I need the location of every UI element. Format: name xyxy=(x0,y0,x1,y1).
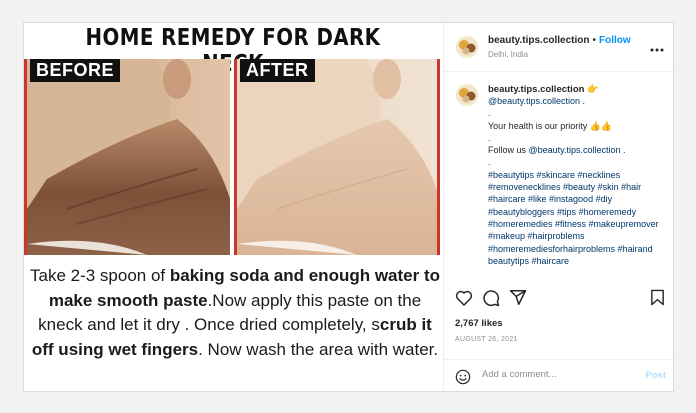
comment-bar: Post xyxy=(444,359,673,391)
follow-button[interactable]: Follow xyxy=(599,35,631,46)
caption-dot: . xyxy=(488,108,491,119)
header-username[interactable]: beauty.tips.collection xyxy=(488,35,590,46)
post-comment-button[interactable]: Post xyxy=(645,370,666,381)
after-photo: AFTER xyxy=(234,59,440,255)
likes-count[interactable]: 2,767 likes xyxy=(455,318,503,329)
caption-punct: . xyxy=(620,145,626,156)
post-image[interactable]: HOME REMEDY FOR DARK NECK BEFORE AFTER T… xyxy=(24,23,442,391)
header-username-row: beauty.tips.collection • Follow xyxy=(488,35,631,46)
caption-follow-mention[interactable]: @beauty.tips.collection xyxy=(529,145,621,155)
instructions-text: Take 2-3 spoon of baking soda and enough… xyxy=(30,264,440,362)
avatar[interactable] xyxy=(456,36,478,58)
caption-username[interactable]: beauty.tips.collection 👉 xyxy=(488,84,599,95)
neck-before-illustration xyxy=(27,59,230,255)
comment-icon[interactable] xyxy=(482,289,500,312)
post-date[interactable]: AUGUST 26, 2021 xyxy=(455,336,518,343)
instructions-part: Take 2-3 spoon of xyxy=(30,266,170,285)
heart-icon[interactable] xyxy=(455,289,473,311)
caption-text: @beauty.tips.collection . . Your health … xyxy=(488,95,673,267)
emoji-icon[interactable] xyxy=(455,369,471,390)
post-header: beauty.tips.collection • Follow Delhi, Ind… xyxy=(444,23,673,72)
before-label: BEFORE xyxy=(30,59,121,82)
separator-dot: • xyxy=(592,35,597,46)
caption-avatar[interactable] xyxy=(456,84,478,106)
more-icon[interactable] xyxy=(650,39,664,55)
share-icon[interactable] xyxy=(509,289,527,311)
avatar-image xyxy=(456,36,478,58)
bookmark-icon[interactable] xyxy=(650,289,665,311)
caption-punct: . xyxy=(580,96,586,106)
caption-dot: . xyxy=(488,132,491,143)
share-icon-glyph xyxy=(509,290,527,305)
emoji-icon-glyph xyxy=(455,369,471,385)
more-icon-glyph xyxy=(650,48,664,52)
location[interactable]: Delhi, India xyxy=(488,50,528,59)
caption-follow-prefix: Follow us xyxy=(488,145,529,156)
caption-follow-line: Follow us @beauty.tips.collection . xyxy=(488,144,673,156)
heart-icon-glyph xyxy=(455,290,473,306)
bookmark-icon-glyph xyxy=(651,289,664,306)
caption-line: Your health is our priority 👍👍 xyxy=(488,120,613,131)
caption-area: beauty.tips.collection 👉 @beauty.tips.co… xyxy=(444,71,673,279)
avatar-image xyxy=(456,84,478,106)
instructions-part: . Now wash the area with water. xyxy=(198,339,439,359)
neck-after-illustration xyxy=(237,59,437,255)
comment-icon-glyph xyxy=(483,290,500,307)
caption-mention-line: @beauty.tips.collection . xyxy=(488,95,673,107)
caption-hashtags[interactable]: #beautytips #skincare #necklines #remove… xyxy=(488,169,673,267)
action-bar xyxy=(444,285,673,312)
instagram-post: HOME REMEDY FOR DARK NECK BEFORE AFTER T… xyxy=(23,22,674,392)
caption-mention[interactable]: @beauty.tips.collection xyxy=(488,96,580,106)
caption-dot: . xyxy=(488,157,491,168)
before-photo: BEFORE xyxy=(24,59,230,255)
comment-input[interactable] xyxy=(482,369,622,380)
post-sidebar: beauty.tips.collection • Follow Delhi, Ind… xyxy=(443,23,673,391)
after-label: AFTER xyxy=(240,59,315,82)
